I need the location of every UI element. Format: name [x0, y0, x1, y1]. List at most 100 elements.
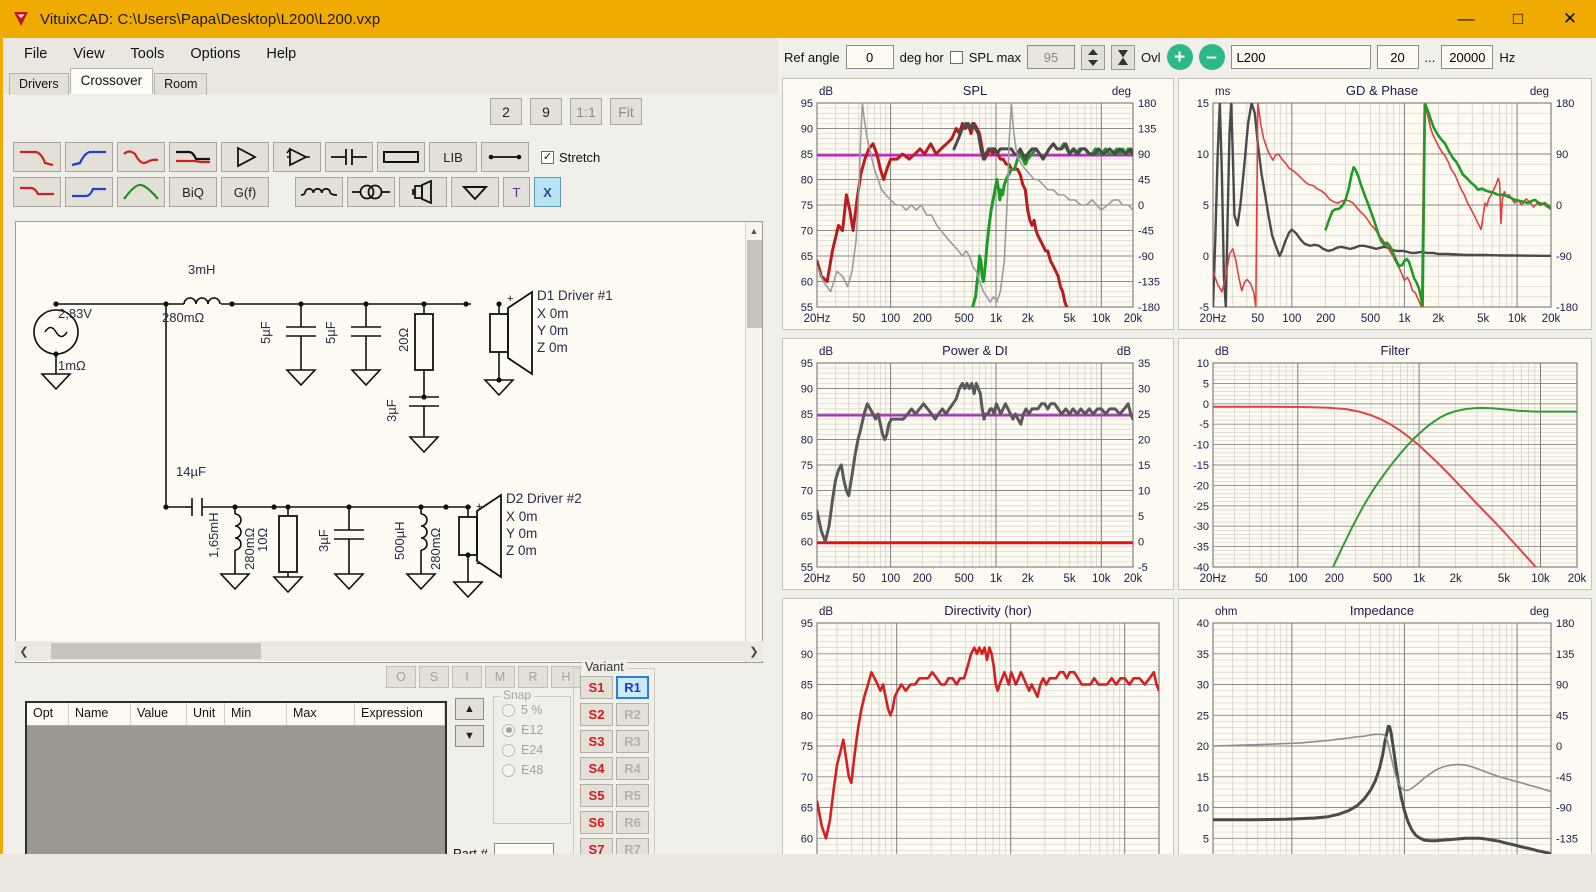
- freq-max-input[interactable]: [1441, 45, 1494, 69]
- move-up-button[interactable]: ▲: [455, 698, 484, 720]
- snap-option-e48[interactable]: E48: [502, 763, 570, 777]
- lib-button[interactable]: LIB: [429, 142, 477, 172]
- remove-overlay-button[interactable]: –: [1198, 44, 1225, 70]
- menu-item-help[interactable]: Help: [253, 42, 309, 66]
- optimize-o-button[interactable]: O: [386, 666, 416, 688]
- wire-icon[interactable]: [481, 142, 529, 172]
- capacitor-icon[interactable]: [325, 142, 373, 172]
- snap-option-5pct[interactable]: 5 %: [502, 703, 570, 717]
- chart-spl[interactable]: 95 90 85 80 75 70 65 60 55 180 135 90 45 0 -45 -90 -135-…: [782, 78, 1174, 330]
- spl-max-input[interactable]: [1027, 45, 1076, 69]
- box-spl-ytick-left-2: 85: [801, 149, 813, 161]
- highpass-filter-icon[interactable]: [65, 142, 113, 172]
- schematic-vertical-scrollbar[interactable]: ▲ ▼: [745, 222, 762, 662]
- bandpass-filter-icon[interactable]: [117, 177, 165, 207]
- bandstop-filter-icon[interactable]: [117, 142, 165, 172]
- zoom-fit-button[interactable]: Fit: [610, 98, 642, 125]
- zoom-9-button[interactable]: 9: [530, 98, 562, 125]
- zoom-1to1-button[interactable]: 1:1: [570, 98, 602, 125]
- hscroll-track[interactable]: [33, 643, 745, 659]
- box-gdphase-xtick-9: 20k: [1542, 313, 1561, 325]
- snap-option-e12[interactable]: E12: [502, 723, 570, 737]
- radio-e48-icon[interactable]: [502, 763, 515, 777]
- variant-r1[interactable]: R1: [616, 676, 649, 699]
- optimize-i-button[interactable]: I: [452, 666, 482, 688]
- tab-room[interactable]: Room: [154, 73, 208, 95]
- schematic-horizontal-scrollbar[interactable]: ❮ ❯: [15, 641, 763, 661]
- variant-s1[interactable]: S1: [580, 676, 613, 699]
- horizontal-scroll-thumb[interactable]: [51, 643, 261, 659]
- optimize-m-button[interactable]: M: [485, 666, 515, 688]
- amplifier-icon[interactable]: [221, 142, 269, 172]
- box-powerdi-ytick-left-0: 95: [801, 358, 813, 370]
- variant-s4[interactable]: S4: [580, 757, 613, 780]
- add-overlay-button[interactable]: +: [1166, 44, 1193, 70]
- radio-5pct-icon[interactable]: [502, 703, 515, 717]
- lowpass2-filter-icon[interactable]: [13, 177, 61, 207]
- transformer-icon[interactable]: [347, 177, 395, 207]
- schematic-label-20ohm: 20Ω: [396, 328, 411, 352]
- menu-item-file[interactable]: File: [11, 42, 60, 66]
- minimize-button[interactable]: —: [1440, 0, 1492, 38]
- box-powerdi-xtick-4: 500: [955, 573, 974, 585]
- optimize-s-button[interactable]: S: [419, 666, 449, 688]
- optimize-r-button[interactable]: R: [518, 666, 548, 688]
- stretch-checkbox[interactable]: ✓: [541, 150, 554, 164]
- scroll-left-icon[interactable]: ❮: [15, 645, 33, 658]
- highpass2-filter-icon[interactable]: [65, 177, 113, 207]
- move-down-button[interactable]: ▼: [455, 725, 484, 747]
- chart-impedance[interactable]: 403530252015105018013590450-45-90-135-18…: [1178, 598, 1592, 892]
- box-directivity-svg: 95908580757065605520Hz501002005001k2k5k1…: [783, 599, 1173, 891]
- biquad-button[interactable]: BiQ: [169, 177, 217, 207]
- transfer-function-button[interactable]: G(f): [221, 177, 269, 207]
- variant-r5[interactable]: R5: [616, 784, 649, 807]
- variant-s6[interactable]: S6: [580, 811, 613, 834]
- project-name-input[interactable]: [1230, 45, 1371, 69]
- box-filter-xtick-0: 20Hz: [1200, 573, 1227, 585]
- menu-item-view[interactable]: View: [60, 42, 117, 66]
- text-button[interactable]: T: [503, 177, 530, 207]
- spin-updown-icon[interactable]: [1081, 44, 1106, 70]
- scroll-right-icon[interactable]: ❯: [745, 645, 763, 658]
- tab-drivers[interactable]: Drivers: [9, 73, 69, 95]
- box-directivity-ylabel-left: dB: [819, 606, 833, 618]
- scroll-up-icon[interactable]: ▲: [746, 222, 762, 239]
- shelf-filter-icon[interactable]: [169, 142, 217, 172]
- tab-crossover[interactable]: Crossover: [69, 68, 154, 94]
- chart-filter[interactable]: 10 5 0 -5 -10 -15 -20 -25 -30 -35 -40 20Hz 50 100 200 5…: [1178, 338, 1592, 590]
- zoom-2-button[interactable]: 2: [490, 98, 522, 125]
- driver-icon[interactable]: [399, 177, 447, 207]
- hourglass-icon[interactable]: [1111, 44, 1136, 70]
- snap-option-e24[interactable]: E24: [502, 743, 570, 757]
- close-button[interactable]: ✕: [1544, 0, 1596, 38]
- schematic-canvas[interactable]: 2,83V 1mΩ 3mH 280mΩ 5µF 5µF 20Ω 3µF 14µF…: [15, 221, 763, 663]
- variant-s5[interactable]: S5: [580, 784, 613, 807]
- active-amplifier-icon[interactable]: [273, 142, 321, 172]
- variant-s2[interactable]: S2: [580, 703, 613, 726]
- chart-gd-phase[interactable]: 15 10 5 0 -5 180 90 0 -90 -180 20Hz 50 100 200 500 1k 2k…: [1178, 78, 1592, 330]
- spl-max-checkbox[interactable]: [949, 50, 963, 64]
- stretch-checkbox-group[interactable]: ✓ Stretch: [541, 150, 600, 165]
- variant-r4[interactable]: R4: [616, 757, 649, 780]
- radio-e24-icon[interactable]: [502, 743, 515, 757]
- menu-item-options[interactable]: Options: [177, 42, 253, 66]
- chart-power-di[interactable]: 95 90 85 80 75 70 65 60 55 35 30 25 20 15 10 5 0 -5 20Hz 50…: [782, 338, 1174, 590]
- chart-directivity[interactable]: 95908580757065605520Hz501002005001k2k5k1…: [782, 598, 1174, 892]
- right-pane: Ref angle deg hor SPL max Ovl + – ... Hz…: [778, 38, 1596, 892]
- maximize-button[interactable]: □: [1492, 0, 1544, 38]
- variant-s3[interactable]: S3: [580, 730, 613, 753]
- variant-r3[interactable]: R3: [616, 730, 649, 753]
- radio-e12-icon[interactable]: [502, 723, 515, 737]
- freq-min-input[interactable]: [1376, 45, 1419, 69]
- menu-item-tools[interactable]: Tools: [118, 42, 178, 66]
- resistor-icon[interactable]: [377, 142, 425, 172]
- ground-icon[interactable]: [451, 177, 499, 207]
- ref-angle-input[interactable]: [845, 45, 894, 69]
- vertical-scroll-thumb[interactable]: [747, 240, 762, 328]
- inductor-icon[interactable]: [295, 177, 343, 207]
- variant-r2[interactable]: R2: [616, 703, 649, 726]
- variant-r6[interactable]: R6: [616, 811, 649, 834]
- delete-button[interactable]: X: [534, 177, 561, 207]
- lowpass-filter-icon[interactable]: [13, 142, 61, 172]
- box-directivity-ytick-left-1: 90: [801, 649, 813, 661]
